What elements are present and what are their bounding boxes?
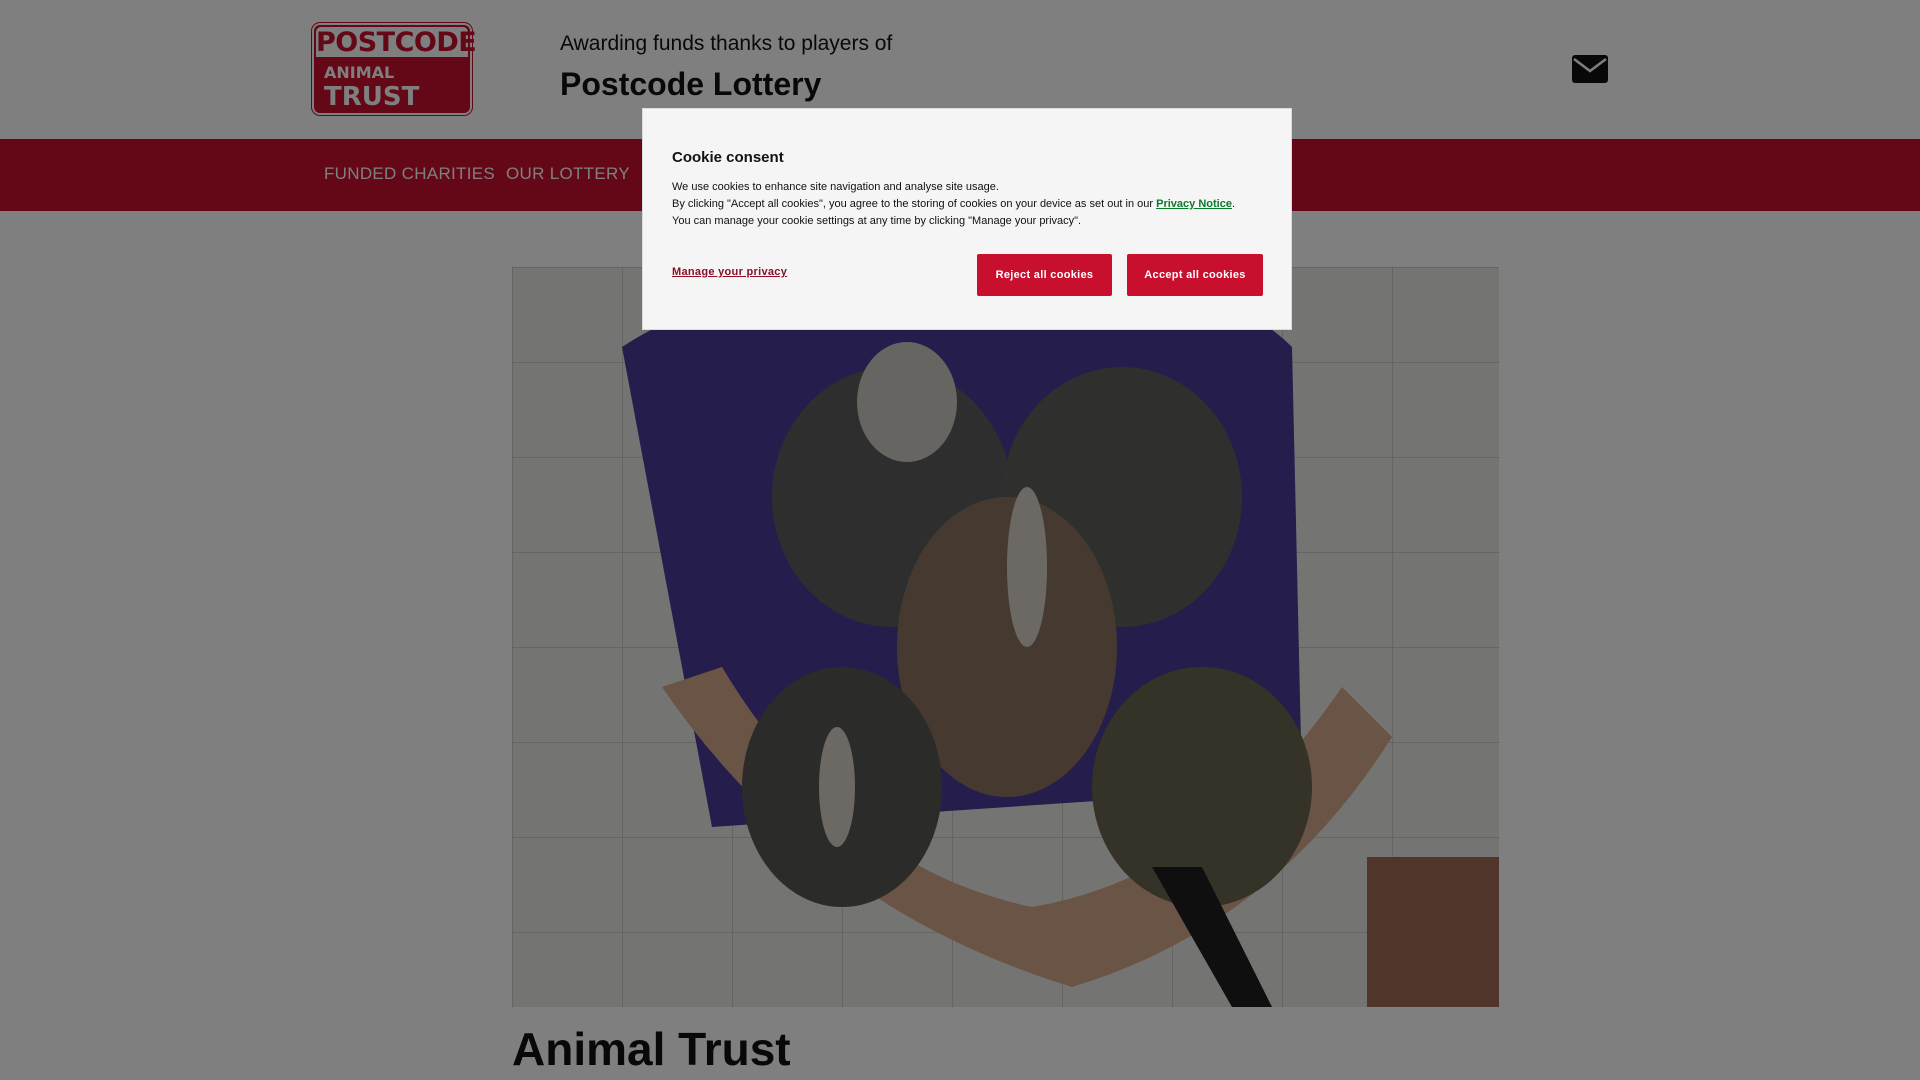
cookie-dialog-text: We use cookies to enhance site navigatio…	[672, 179, 1272, 230]
cookie-text-line-3: You can manage your cookie settings at a…	[672, 215, 1082, 227]
cookie-text-line-2-suffix: .	[1231, 198, 1236, 210]
privacy-notice-link[interactable]: Privacy Notice	[1156, 198, 1232, 210]
cookie-consent-dialog: Cookie consent We use cookies to enhance…	[642, 108, 1292, 330]
cookie-text-line-1: We use cookies to enhance site navigatio…	[672, 181, 999, 193]
cookie-text-line-2: By clicking "Accept all cookies", you ag…	[672, 196, 1272, 213]
manage-privacy-link[interactable]: Manage your privacy	[672, 266, 787, 278]
reject-all-cookies-button[interactable]: Reject all cookies	[977, 254, 1112, 296]
accept-all-cookies-button[interactable]: Accept all cookies	[1127, 254, 1263, 296]
cookie-dialog-title: Cookie consent	[672, 149, 784, 166]
cookie-text-line-2-prefix: By clicking "Accept all cookies", you ag…	[672, 198, 1157, 210]
